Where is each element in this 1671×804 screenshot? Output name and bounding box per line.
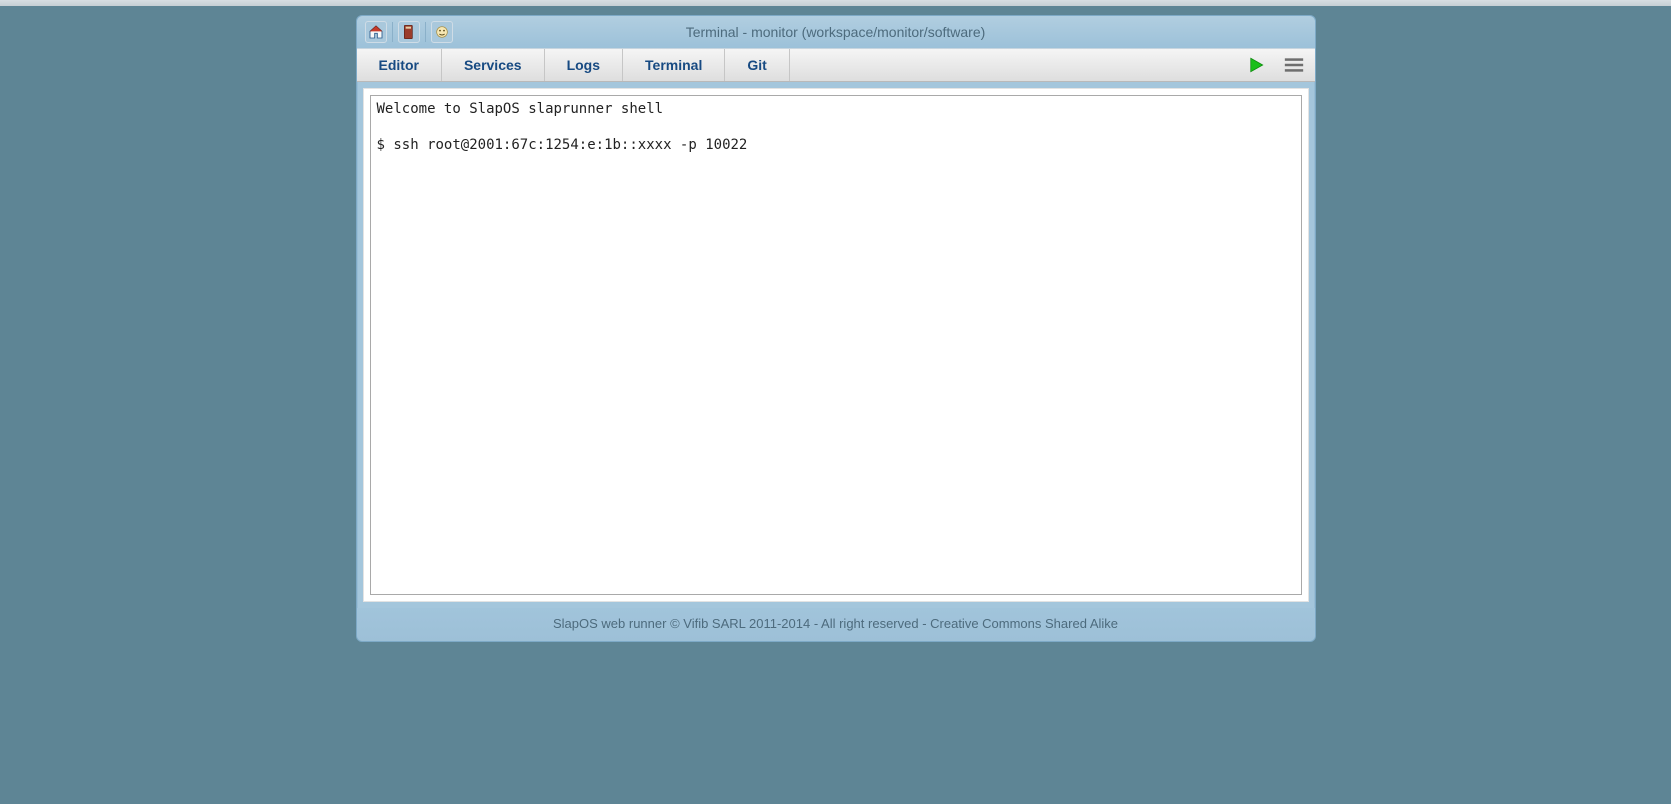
title-icon-divider bbox=[392, 22, 393, 42]
tabbar-right-controls bbox=[1241, 49, 1309, 81]
app-window: Terminal - monitor (workspace/monitor/so… bbox=[356, 15, 1316, 642]
tab-logs[interactable]: Logs bbox=[545, 49, 623, 81]
tab-terminal[interactable]: Terminal bbox=[623, 49, 725, 81]
content-area: Welcome to SlapOS slaprunner shell $ ssh… bbox=[363, 88, 1309, 602]
home-icon[interactable] bbox=[365, 21, 387, 43]
book-icon[interactable] bbox=[398, 21, 420, 43]
tab-bar: Editor Services Logs Terminal Git bbox=[357, 48, 1315, 82]
page-top-strip bbox=[0, 0, 1671, 6]
tab-editor[interactable]: Editor bbox=[357, 49, 442, 81]
tab-services[interactable]: Services bbox=[442, 49, 545, 81]
play-button[interactable] bbox=[1241, 52, 1271, 78]
title-icon-divider2 bbox=[425, 22, 426, 42]
footer-text: SlapOS web runner © Vifib SARL 2011-2014… bbox=[357, 608, 1315, 641]
tab-git[interactable]: Git bbox=[725, 49, 789, 81]
terminal-line-1: Welcome to SlapOS slaprunner shell bbox=[377, 101, 664, 117]
hamburger-menu-icon[interactable] bbox=[1279, 52, 1309, 78]
title-icon-group bbox=[365, 21, 453, 43]
face-icon[interactable] bbox=[431, 21, 453, 43]
terminal-output[interactable]: Welcome to SlapOS slaprunner shell $ ssh… bbox=[370, 95, 1302, 595]
terminal-line-3: $ ssh root@2001:67c:1254:e:1b::xxxx -p 1… bbox=[377, 137, 748, 153]
window-title: Terminal - monitor (workspace/monitor/so… bbox=[686, 24, 986, 40]
titlebar: Terminal - monitor (workspace/monitor/so… bbox=[357, 16, 1315, 48]
